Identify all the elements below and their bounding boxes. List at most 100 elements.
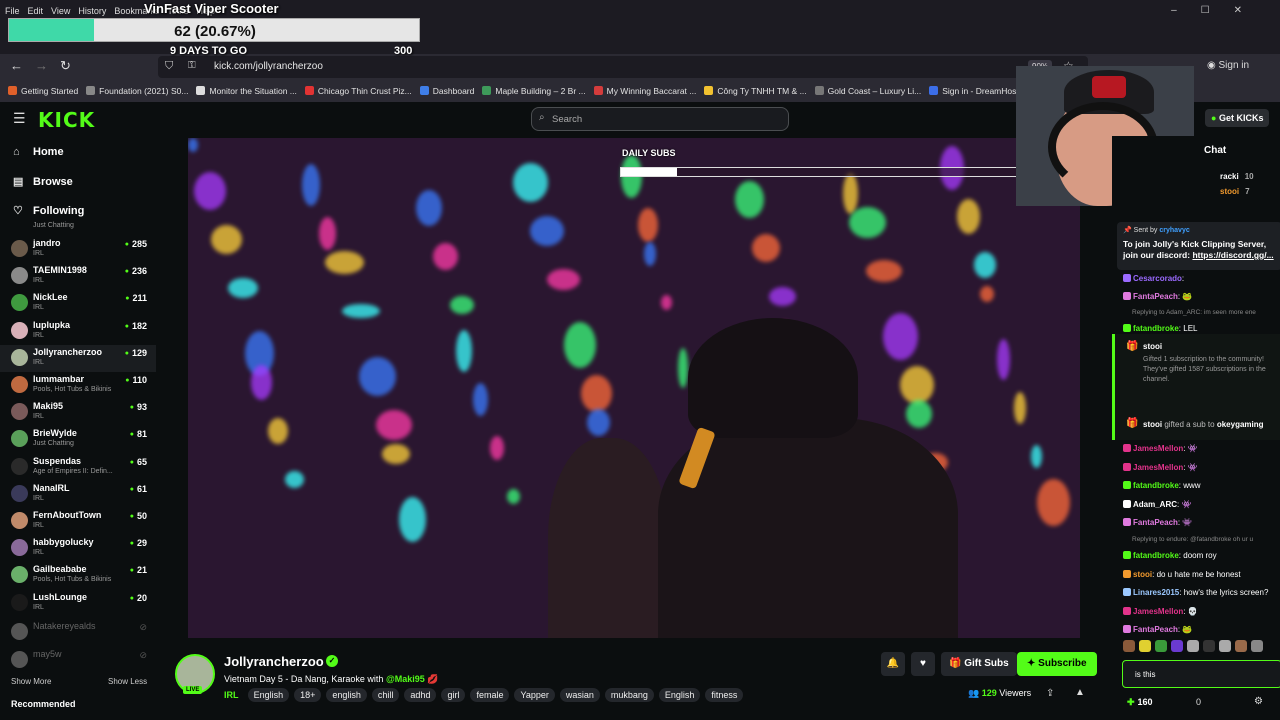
- show-less-button[interactable]: Show Less: [108, 677, 147, 686]
- bookmark-item[interactable]: Dashboard: [419, 80, 474, 102]
- chat-input-value[interactable]: is this: [1135, 670, 1155, 679]
- stream-title-mention[interactable]: @Maki95: [386, 674, 425, 684]
- sidebar-channel[interactable]: LushLoungeIRL 20: [0, 590, 156, 617]
- search-input[interactable]: ⌕ Search: [531, 107, 789, 131]
- category-link[interactable]: IRL: [224, 690, 239, 700]
- follow-heart-icon[interactable]: ♥: [911, 652, 935, 676]
- stream-tag[interactable]: english: [326, 688, 367, 702]
- top-gifter[interactable]: stooi 7: [1220, 187, 1250, 196]
- chat-username[interactable]: stooi: [1133, 570, 1152, 579]
- forward-icon[interactable]: →: [35, 58, 48, 73]
- chat-message[interactable]: fatandbroke: www: [1123, 481, 1280, 490]
- lock-icon[interactable]: ⚿: [188, 60, 196, 71]
- chat-username[interactable]: fatandbroke: [1133, 481, 1179, 490]
- stream-tag[interactable]: female: [470, 688, 510, 702]
- kick-logo[interactable]: KICK: [38, 108, 95, 132]
- bookmark-item[interactable]: Monitor the Situation ...: [196, 80, 297, 102]
- sign-in-button[interactable]: ◉ Sign in: [1207, 60, 1249, 71]
- nav-home[interactable]: ⌂ Home: [13, 146, 64, 158]
- chat-input[interactable]: is this: [1122, 660, 1280, 688]
- window-controls[interactable]: –☐✕: [1171, 0, 1266, 22]
- bookmark-item[interactable]: Sign in - DreamHost: [929, 80, 1019, 102]
- chat-message[interactable]: Cesarcorado:: [1123, 274, 1280, 283]
- emote-icon[interactable]: [1203, 640, 1215, 652]
- top-gifter[interactable]: racki 10: [1220, 172, 1254, 181]
- chat-username[interactable]: FantaPeach: [1133, 625, 1178, 634]
- sidebar-channel[interactable]: JollyrancherzooIRL 129: [0, 344, 156, 372]
- nav-browse[interactable]: ▤ Browse: [13, 175, 73, 188]
- sidebar-channel[interactable]: jandro IRL 285: [0, 236, 156, 263]
- bookmark-item[interactable]: Foundation (2021) S0...: [86, 80, 188, 102]
- stream-tag[interactable]: fitness: [705, 688, 744, 702]
- share-icon[interactable]: ⇪: [1046, 688, 1054, 699]
- channel-points[interactable]: ✚ 160: [1127, 697, 1153, 708]
- pinned-link[interactable]: https://discord.gg/...: [1192, 250, 1273, 260]
- emote-icon[interactable]: [1171, 640, 1183, 652]
- pinned-message[interactable]: 📌 Sent by cryhavyc To join Jolly's Kick …: [1117, 222, 1280, 270]
- gift-event-user[interactable]: stooi: [1143, 420, 1162, 429]
- stream-tag[interactable]: girl: [441, 688, 466, 702]
- sidebar-channel[interactable]: FernAboutTown IRL 50: [0, 508, 156, 535]
- chat-username[interactable]: Cesarcorado: [1133, 274, 1182, 283]
- chat-message[interactable]: JamesMellon: 👾: [1123, 462, 1280, 472]
- chat-message[interactable]: stooi: do u hate me be honest: [1123, 569, 1280, 579]
- sidebar-channel[interactable]: NanaIRLIRL 61: [0, 481, 156, 508]
- stream-tag[interactable]: Yapper: [514, 688, 555, 702]
- report-icon[interactable]: ▲: [1075, 687, 1085, 698]
- bookmark-item[interactable]: My Winning Baccarat ...: [593, 80, 696, 102]
- emote-icon[interactable]: [1139, 640, 1151, 652]
- chat-message[interactable]: FantaPeach: 🐸: [1123, 625, 1280, 634]
- emote-icon[interactable]: [1155, 640, 1167, 652]
- sidebar-channel[interactable]: TAEMIN1998IRL 236: [0, 263, 156, 290]
- sidebar-channel[interactable]: may5w ⊘: [0, 647, 156, 674]
- video-player[interactable]: DAILY SUBS: [188, 138, 1080, 638]
- chat-username[interactable]: JamesMellon: [1133, 463, 1183, 472]
- bookmark-item[interactable]: Chicago Thin Crust Piz...: [304, 80, 412, 102]
- nav-following[interactable]: ♡ Following: [13, 204, 84, 217]
- chat-message[interactable]: fatandbroke: doom roy: [1123, 551, 1280, 560]
- sidebar-channel[interactable]: luplupkaIRL 182: [0, 318, 156, 345]
- emote-quick-bar[interactable]: [1123, 640, 1280, 654]
- address-bar[interactable]: ⛉ ⚿ kick.com/jollyrancherzoo 90% ☆: [158, 56, 1088, 78]
- gift-subs-button[interactable]: 🎁 Gift Subs: [941, 652, 1017, 676]
- chat-username[interactable]: JamesMellon: [1133, 607, 1183, 616]
- bookmark-item[interactable]: Getting Started: [8, 80, 78, 102]
- emote-icon[interactable]: [1219, 640, 1231, 652]
- emote-icon[interactable]: [1251, 640, 1263, 652]
- chat-username[interactable]: JamesMellon: [1133, 444, 1183, 453]
- stream-tag[interactable]: wasian: [559, 688, 600, 702]
- sidebar-channel[interactable]: Natakereyealds ⊘: [0, 619, 156, 646]
- stream-tag[interactable]: adhd: [404, 688, 437, 702]
- url-text[interactable]: kick.com/jollyrancherzoo: [214, 61, 323, 72]
- chat-message[interactable]: FantaPeach: 👾: [1123, 518, 1280, 527]
- sidebar-channel[interactable]: lummambar Pools, Hot Tubs & Bikinis 110: [0, 372, 156, 399]
- sidebar-channel[interactable]: GailbeababePools, Hot Tubs & Bikinis 21: [0, 562, 156, 589]
- subscribe-button[interactable]: ✦ Subscribe: [1017, 652, 1097, 676]
- chat-message[interactable]: JamesMellon: 💀: [1123, 606, 1280, 616]
- streamer-name[interactable]: Jollyrancherzoo: [224, 654, 324, 669]
- stream-tag[interactable]: English: [658, 688, 701, 702]
- menu-icon[interactable]: ☰: [13, 110, 26, 127]
- chat-settings-icon[interactable]: ⚙: [1254, 696, 1263, 707]
- chat-username[interactable]: fatandbroke: [1133, 551, 1179, 560]
- back-icon[interactable]: ←: [10, 58, 23, 73]
- chat-message[interactable]: Adam_ARC: 👾: [1123, 499, 1280, 509]
- stream-tag[interactable]: English: [247, 688, 290, 702]
- chat-message[interactable]: JamesMellon: 👾: [1123, 444, 1280, 453]
- sidebar-channel[interactable]: NickLeeIRL 211: [0, 290, 156, 317]
- chat-message[interactable]: Linares2015: how's the lyrics screen?: [1123, 588, 1280, 597]
- chat-username[interactable]: Linares2015: [1133, 588, 1179, 597]
- chat-username[interactable]: FantaPeach: [1133, 518, 1178, 527]
- chat-username[interactable]: fatandbroke: [1133, 324, 1179, 333]
- bookmark-item[interactable]: Gold Coast – Luxury Li...: [814, 80, 921, 102]
- gift-event-target[interactable]: okeygaming: [1217, 420, 1264, 429]
- chat-message[interactable]: fatandbroke: LEL: [1123, 324, 1280, 333]
- sidebar-channel[interactable]: SuspendasAge of Empires II: Defin... 65: [0, 454, 156, 481]
- notification-bell-icon[interactable]: 🔔: [881, 652, 905, 676]
- show-more-button[interactable]: Show More: [11, 677, 51, 686]
- chat-username[interactable]: FantaPeach: [1133, 292, 1178, 301]
- bookmark-item[interactable]: Maple Building – 2 Br ...: [482, 80, 586, 102]
- chat-username[interactable]: Adam_ARC: [1133, 500, 1177, 509]
- shield-icon[interactable]: ⛉: [165, 60, 173, 73]
- sidebar-channel[interactable]: Maki95IRL 93: [0, 399, 156, 426]
